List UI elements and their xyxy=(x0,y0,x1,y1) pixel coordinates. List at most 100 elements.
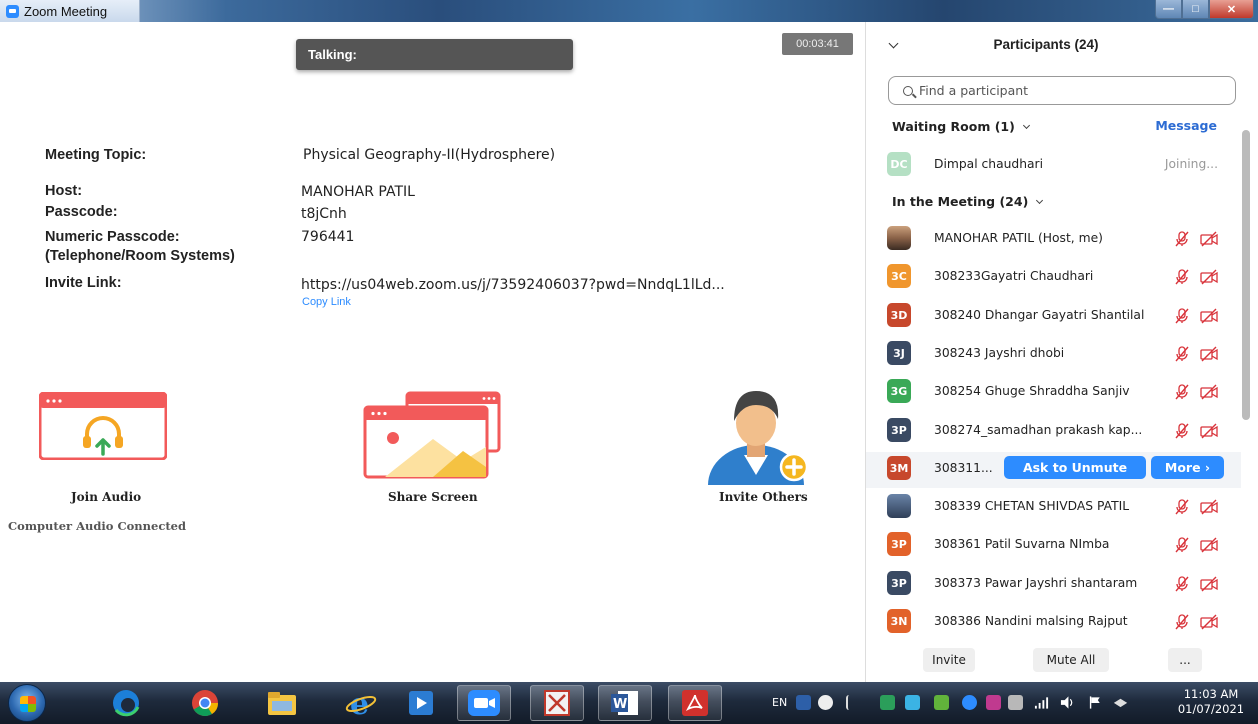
participant-list-scrollbar[interactable] xyxy=(1242,130,1250,420)
start-button-icon[interactable] xyxy=(8,684,46,722)
participant-row[interactable]: 3P 308274_samadhan prakash kap... xyxy=(866,414,1241,450)
participant-row[interactable]: 3C 308233Gayatri Chaudhari xyxy=(866,260,1241,296)
participant-row[interactable]: 3M 308311... Ask to Unmute More › xyxy=(866,452,1241,488)
chevron-down-icon xyxy=(1022,121,1030,130)
power-icon[interactable] xyxy=(1113,695,1128,710)
svg-text:W: W xyxy=(613,697,627,712)
participant-name: 308386 Nandini malsing Rajput xyxy=(934,614,1128,628)
waiting-room-message-button[interactable]: Message xyxy=(1155,118,1217,133)
avatar: 3J xyxy=(887,341,911,365)
participant-status: Joining... xyxy=(1164,157,1218,171)
waiting-room-heading: Waiting Room (1) xyxy=(892,119,1015,134)
share-screen-button[interactable] xyxy=(363,391,503,479)
video-off-icon[interactable] xyxy=(1200,499,1218,515)
zoom-app-screen: Zoom Meeting — □ ✕ Talking: 00:03:41 Mee… xyxy=(0,0,1258,724)
video-off-icon[interactable] xyxy=(1200,269,1218,285)
muted-mic-icon[interactable] xyxy=(1174,269,1190,285)
muted-mic-icon[interactable] xyxy=(1174,308,1190,324)
word-taskbar-icon[interactable]: W xyxy=(598,685,652,721)
close-button[interactable]: ✕ xyxy=(1209,0,1254,19)
avatar: 3C xyxy=(887,264,911,288)
pen-icon[interactable] xyxy=(846,695,861,710)
participant-row[interactable]: MANOHAR PATIL (Host, me) xyxy=(866,222,1241,258)
invite-others-label[interactable]: Invite Others xyxy=(719,490,808,504)
file-explorer-taskbar-icon[interactable] xyxy=(255,685,309,721)
video-off-icon[interactable] xyxy=(1200,576,1218,592)
security-tray-icon[interactable] xyxy=(934,695,949,710)
remote-tray-icon[interactable] xyxy=(1008,695,1023,710)
muted-mic-icon[interactable] xyxy=(1174,346,1190,362)
participant-name: 308274_samadhan prakash kap... xyxy=(934,423,1143,437)
network-flag-icon[interactable] xyxy=(796,695,811,710)
q-app-tray-icon[interactable] xyxy=(905,695,920,710)
share-screen-label[interactable]: Share Screen xyxy=(388,490,478,504)
muted-mic-icon[interactable] xyxy=(1174,614,1190,630)
participant-row[interactable]: 3J 308243 Jayshri dhobi xyxy=(866,337,1241,373)
muted-mic-icon[interactable] xyxy=(1174,384,1190,400)
in-meeting-header[interactable]: In the Meeting (24) xyxy=(892,194,1044,209)
copy-link-button[interactable]: Copy Link xyxy=(302,296,351,308)
waiting-room-header[interactable]: Waiting Room (1) xyxy=(892,119,1030,134)
zoom-tray-icon[interactable] xyxy=(962,695,977,710)
more-options-button[interactable]: ... xyxy=(1168,648,1202,672)
window-titlebar[interactable]: Zoom Meeting — □ ✕ xyxy=(0,0,1258,22)
app-tray-icon[interactable] xyxy=(986,695,1001,710)
meeting-topic-value: Physical Geography-II(Hydrosphere) xyxy=(303,147,556,163)
acrobat-taskbar-icon[interactable] xyxy=(668,685,722,721)
edge-taskbar-icon[interactable] xyxy=(99,685,153,721)
participant-row[interactable]: 3D 308240 Dhangar Gayatri Shantilal xyxy=(866,299,1241,335)
video-off-icon[interactable] xyxy=(1200,231,1218,247)
waiting-participant-row[interactable]: DC Dimpal chaudhari Joining... xyxy=(866,148,1241,184)
muted-mic-icon[interactable] xyxy=(1174,423,1190,439)
participant-row[interactable]: 308339 CHETAN SHIVDAS PATIL xyxy=(866,490,1241,526)
participant-name: 308233Gayatri Chaudhari xyxy=(934,269,1094,283)
muted-mic-icon[interactable] xyxy=(1174,231,1190,247)
avatar: 3M xyxy=(887,456,911,480)
join-audio-label[interactable]: Join Audio xyxy=(71,490,141,504)
invite-link-value[interactable]: https://us04web.zoom.us/j/73592406037?pw… xyxy=(301,277,725,293)
join-audio-button[interactable] xyxy=(38,391,168,462)
invite-button[interactable]: Invite xyxy=(923,648,975,672)
participants-panel: Participants (24) Waiting Room (1) Messa… xyxy=(865,22,1258,682)
volume-icon[interactable] xyxy=(1060,695,1075,710)
internet-explorer-taskbar-icon[interactable]: e xyxy=(334,685,388,721)
headphones-icon xyxy=(38,391,168,461)
muted-mic-icon[interactable] xyxy=(1174,576,1190,592)
participant-row[interactable]: 3P 308373 Pawar Jayshri shantaram xyxy=(866,567,1241,603)
participant-row[interactable]: 3G 308254 Ghuge Shraddha Sanjiv xyxy=(866,375,1241,411)
help-icon[interactable] xyxy=(818,695,833,710)
maximize-button[interactable]: □ xyxy=(1182,0,1209,19)
meeting-timer: 00:03:41 xyxy=(782,33,853,55)
chrome-taskbar-icon[interactable] xyxy=(178,685,232,721)
video-off-icon[interactable] xyxy=(1200,308,1218,324)
minimize-button[interactable]: — xyxy=(1155,0,1182,19)
participant-row[interactable]: 3P 308361 Patil Suvarna NImba xyxy=(866,528,1241,564)
language-indicator[interactable]: EN xyxy=(772,696,787,709)
invite-others-button[interactable] xyxy=(706,387,816,487)
participant-name: 308373 Pawar Jayshri shantaram xyxy=(934,576,1138,590)
muted-mic-icon[interactable] xyxy=(1174,537,1190,553)
participant-search-input[interactable] xyxy=(919,83,1219,98)
media-player-taskbar-icon[interactable] xyxy=(394,685,448,721)
signal-icon[interactable] xyxy=(1034,695,1049,710)
ask-to-unmute-button[interactable]: Ask to Unmute xyxy=(1004,456,1146,479)
video-off-icon[interactable] xyxy=(1200,614,1218,630)
participant-more-button[interactable]: More › xyxy=(1151,456,1224,479)
action-center-flag-icon[interactable] xyxy=(1088,695,1103,710)
muted-mic-icon[interactable] xyxy=(1174,499,1190,515)
video-off-icon[interactable] xyxy=(1200,537,1218,553)
taskbar-clock[interactable]: 11:03 AM 01/07/2021 xyxy=(1176,687,1246,717)
snipping-tool-taskbar-icon[interactable] xyxy=(530,685,584,721)
mute-all-button[interactable]: Mute All xyxy=(1033,648,1109,672)
video-off-icon[interactable] xyxy=(1200,346,1218,362)
participant-search[interactable] xyxy=(888,76,1236,105)
n-app-tray-icon[interactable] xyxy=(880,695,895,710)
video-off-icon[interactable] xyxy=(1200,423,1218,439)
audio-status-text: Computer Audio Connected xyxy=(8,519,186,533)
participant-row[interactable]: 3N 308386 Nandini malsing Rajput xyxy=(866,605,1241,641)
avatar: 3P xyxy=(887,418,911,442)
video-off-icon[interactable] xyxy=(1200,384,1218,400)
zoom-app-icon xyxy=(6,4,19,18)
participant-name: 308339 CHETAN SHIVDAS PATIL xyxy=(934,499,1130,513)
zoom-taskbar-icon[interactable] xyxy=(457,685,511,721)
